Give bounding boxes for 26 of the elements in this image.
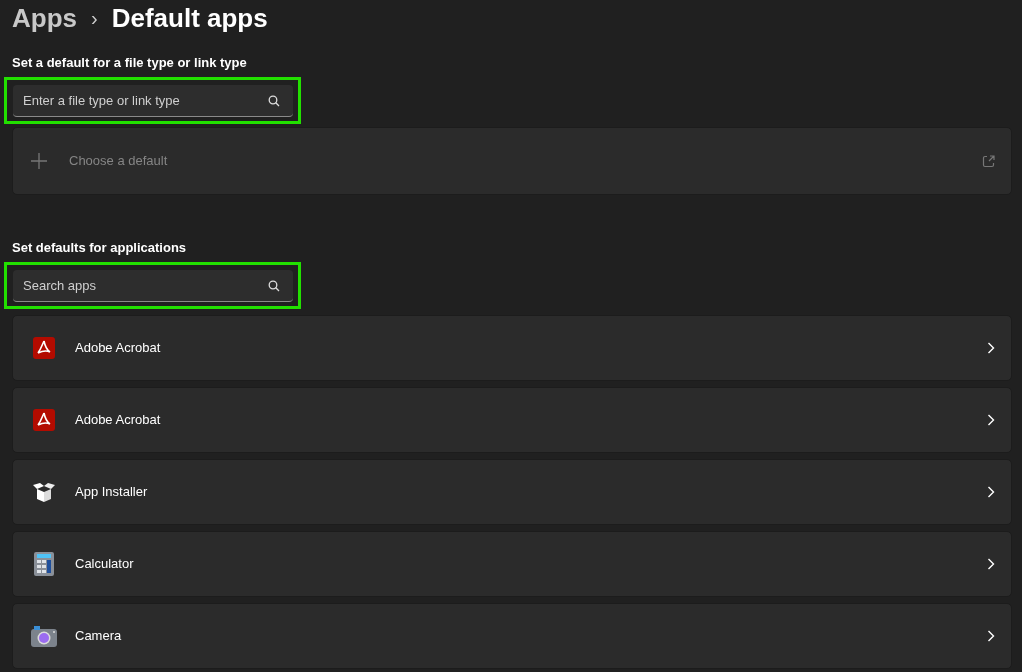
chevron-icon [987, 558, 995, 570]
calculator-icon [34, 552, 54, 576]
breadcrumb-link[interactable]: Apps [12, 0, 77, 38]
section-heading: Set defaults for applications [12, 239, 188, 257]
chevron-icon [987, 414, 995, 426]
camera-icon [31, 625, 57, 647]
chevron-icon [987, 486, 995, 498]
page-title: Default apps [111, 1, 268, 35]
chevron-icon [987, 342, 995, 354]
pdf-icon [33, 409, 55, 431]
box-icon [32, 480, 56, 504]
pdf-icon [33, 337, 55, 359]
app-list-item[interactable]: Adobe Acrobat [12, 387, 1012, 453]
search-icon [268, 95, 280, 107]
app-list-item[interactable]: App Installer [12, 459, 1012, 525]
search-field[interactable]: Enter a file type or link type [13, 85, 293, 117]
chevron-icon [987, 630, 995, 642]
search-icon [268, 280, 280, 292]
section-heading: Set a default for a file type or link type [12, 54, 248, 72]
plus-icon [31, 153, 47, 169]
app-list-item[interactable]: Adobe Acrobat [12, 315, 1012, 381]
external-link-icon [982, 154, 995, 168]
app-list-item[interactable]: Calculator [12, 531, 1012, 597]
breadcrumb-separator: › [91, 6, 98, 31]
search-field[interactable]: Search apps [13, 270, 293, 302]
app-list-item[interactable]: Camera [12, 603, 1012, 669]
